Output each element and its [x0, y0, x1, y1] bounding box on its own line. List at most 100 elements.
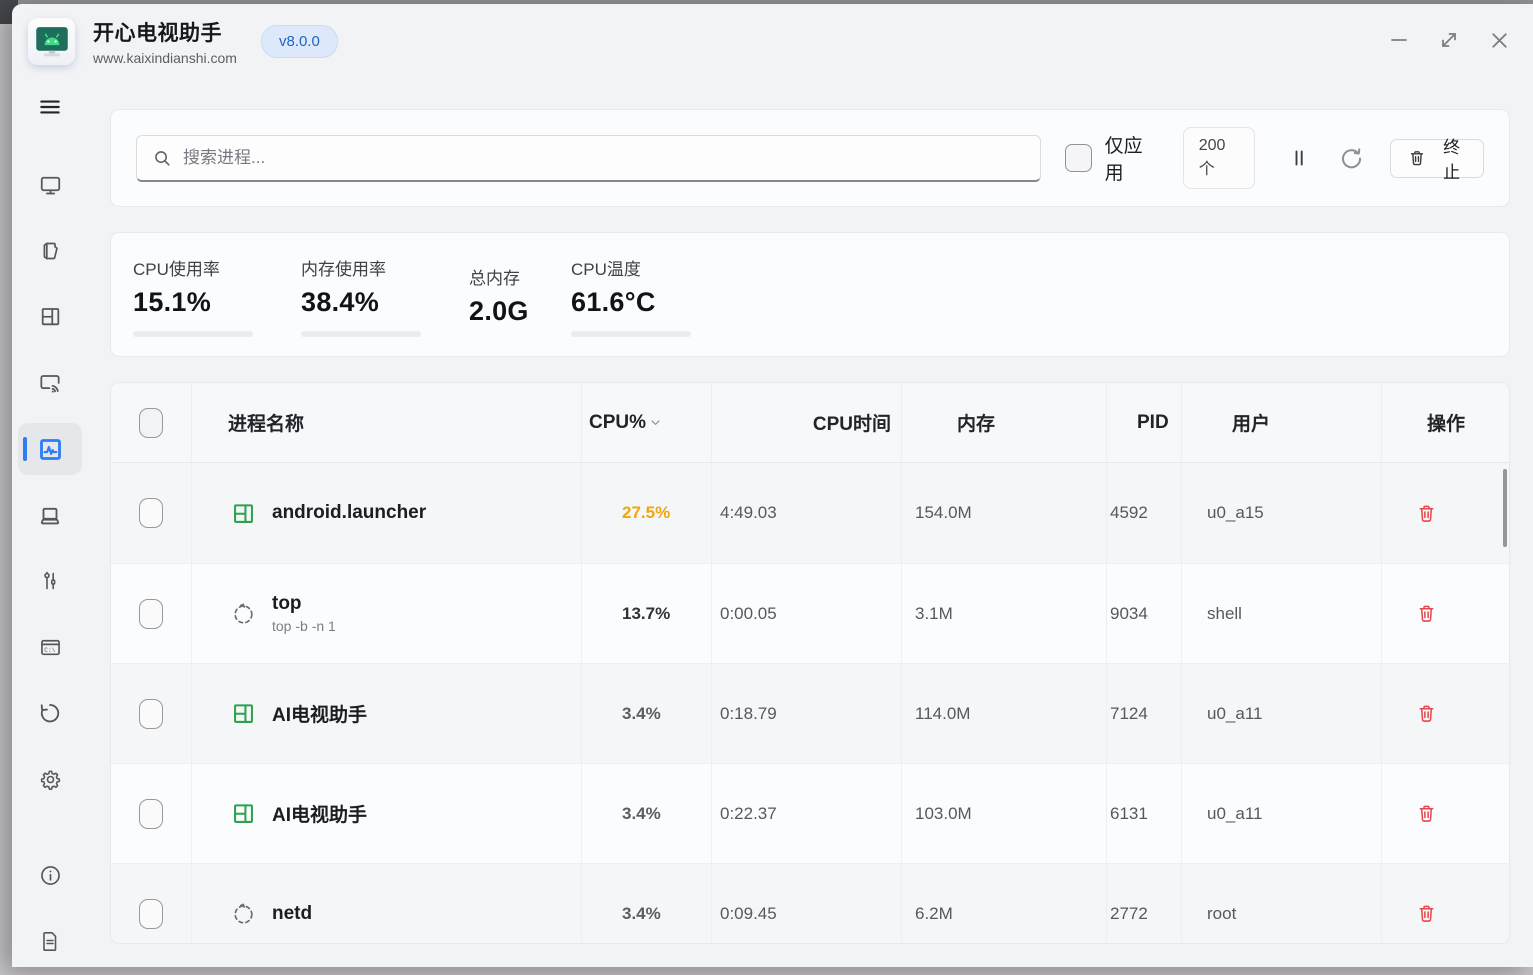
- user-value: root: [1207, 903, 1237, 923]
- stat-total-memory: 总内存 2.0G: [469, 255, 571, 356]
- app-grid-icon: [230, 700, 257, 727]
- app-grid-icon: [230, 500, 257, 527]
- cpu-temperature-progress-bar: [571, 331, 691, 337]
- sidebar-item-tools[interactable]: [18, 555, 82, 607]
- column-header-cpu-time[interactable]: CPU时间: [711, 383, 901, 462]
- row-checkbox[interactable]: [139, 598, 163, 629]
- pause-button[interactable]: [1287, 146, 1311, 170]
- column-header-actions: 操作: [1381, 383, 1509, 462]
- stat-value: 61.6°C: [571, 287, 656, 317]
- sidebar-item-cast[interactable]: [18, 357, 82, 409]
- folder-icon: [38, 239, 62, 263]
- process-count-badge[interactable]: 200个: [1182, 127, 1256, 189]
- scrollbar-thumb[interactable]: [1503, 469, 1507, 547]
- process-name: android.launcher: [272, 502, 427, 523]
- sidebar-item-apps[interactable]: [18, 290, 82, 342]
- stats-panel: CPU使用率 15.1% 内存使用率 38.4% 总内存 2.0G CPU温度 …: [110, 232, 1510, 357]
- svg-text:C:\: C:\: [44, 646, 56, 653]
- trash-icon: [1419, 905, 1434, 922]
- tools-icon: [38, 569, 62, 593]
- sidebar-item-history[interactable]: [18, 687, 82, 739]
- sidebar-item-settings[interactable]: [18, 753, 82, 805]
- stat-label: CPU温度: [571, 260, 641, 279]
- memory-value: 6.2M: [915, 903, 953, 923]
- sidebar-item-laptop[interactable]: [18, 489, 82, 541]
- table-row[interactable]: AI电视助手 3.4% 0:22.37 103.0M 6131 u0_a11: [111, 763, 1509, 863]
- cpu-percent-value: 27.5%: [622, 503, 671, 522]
- sidebar-item-menu[interactable]: [18, 81, 82, 133]
- stat-value: 2.0G: [469, 296, 529, 326]
- terminate-label: 终止: [1443, 138, 1461, 182]
- cpu-time-value: 0:09.45: [720, 903, 777, 923]
- table-row[interactable]: AI电视助手 3.4% 0:18.79 114.0M 7124 u0_a11: [111, 663, 1509, 763]
- row-checkbox[interactable]: [139, 698, 163, 729]
- table-row[interactable]: top top -b -n 1 13.7% 0:00.05 3.1M 9034 …: [111, 563, 1509, 663]
- stat-memory-usage: 内存使用率 38.4%: [301, 255, 469, 356]
- laptop-icon: [37, 502, 63, 528]
- maximize-button[interactable]: [1429, 20, 1469, 60]
- user-value: u0_a11: [1207, 803, 1263, 823]
- terminate-button[interactable]: 终止: [1390, 138, 1484, 182]
- titlebar: 开心电视助手 www.kaixindianshi.com v8.0.0: [12, 4, 1533, 79]
- column-header-memory[interactable]: 内存: [901, 383, 1106, 462]
- column-header-pid[interactable]: PID: [1106, 383, 1181, 462]
- sidebar-item-activity[interactable]: [18, 423, 82, 475]
- process-name: top: [272, 593, 302, 614]
- close-button[interactable]: [1479, 20, 1519, 60]
- cpu-time-value: 0:22.37: [720, 803, 777, 823]
- search-input[interactable]: [136, 134, 1041, 182]
- column-header-cpu[interactable]: CPU%: [581, 383, 711, 462]
- pid-value: 7124: [1110, 703, 1148, 723]
- select-all-checkbox[interactable]: [139, 407, 163, 438]
- kill-process-button[interactable]: [1415, 802, 1438, 825]
- sidebar-item-document[interactable]: [18, 915, 82, 967]
- kill-process-button[interactable]: [1415, 902, 1438, 925]
- column-header-user[interactable]: 用户: [1181, 383, 1381, 462]
- search-icon: [151, 147, 173, 174]
- sidebar-item-info[interactable]: [18, 849, 82, 901]
- sidebar-item-folder[interactable]: [18, 225, 82, 277]
- table-header: 进程名称 CPU% CPU时间 内存 PID 用户 操作: [111, 383, 1509, 463]
- memory-usage-progress-bar: [301, 331, 421, 337]
- table-body: android.launcher 27.5% 4:49.03 154.0M 45…: [111, 463, 1509, 943]
- refresh-button[interactable]: [1338, 145, 1365, 172]
- app-grid-icon: [230, 800, 257, 827]
- kill-process-button[interactable]: [1415, 502, 1438, 525]
- cpu-time-value: 0:18.79: [720, 703, 777, 723]
- tv-icon: [38, 172, 63, 197]
- user-value: u0_a15: [1207, 503, 1264, 522]
- table-row[interactable]: netd 3.4% 0:09.45 6.2M 2772 root: [111, 863, 1509, 943]
- version-badge: v8.0.0: [260, 25, 338, 58]
- main-content: 仅应用 200个 终止 CPU使用率 1: [88, 79, 1533, 967]
- app-logo-icon: [28, 18, 75, 65]
- row-checkbox[interactable]: [139, 798, 163, 829]
- pid-value: 4592: [1110, 503, 1148, 522]
- minimize-button[interactable]: [1379, 20, 1419, 60]
- apps-icon: [38, 304, 63, 329]
- terminal-icon: C:\: [38, 635, 63, 660]
- stat-label: 内存使用率: [301, 260, 386, 279]
- kill-process-button[interactable]: [1415, 602, 1438, 625]
- sidebar-item-tv[interactable]: [18, 158, 82, 210]
- row-checkbox[interactable]: [139, 498, 163, 528]
- apps-only-checkbox[interactable]: [1065, 144, 1092, 172]
- row-checkbox[interactable]: [139, 898, 163, 929]
- cpu-percent-value: 3.4%: [622, 803, 661, 823]
- table-row[interactable]: android.launcher 27.5% 4:49.03 154.0M 45…: [111, 463, 1509, 563]
- app-title: 开心电视助手: [93, 22, 222, 45]
- cpu-percent-value: 13.7%: [622, 603, 671, 623]
- close-icon: [1491, 32, 1507, 48]
- sidebar: C:\: [12, 79, 88, 967]
- user-value: u0_a11: [1207, 703, 1263, 723]
- cpu-usage-progress-bar: [133, 331, 253, 337]
- column-header-name[interactable]: 进程名称: [191, 383, 581, 462]
- activity-icon: [37, 436, 64, 463]
- kill-process-button[interactable]: [1415, 702, 1438, 725]
- cast-icon: [37, 370, 63, 396]
- trash-icon: [1419, 705, 1434, 722]
- info-icon: [38, 863, 63, 888]
- stat-label: CPU使用率: [133, 260, 220, 279]
- memory-value: 3.1M: [915, 603, 953, 623]
- sidebar-item-terminal[interactable]: C:\: [18, 621, 82, 673]
- stat-cpu-usage: CPU使用率 15.1%: [133, 255, 301, 356]
